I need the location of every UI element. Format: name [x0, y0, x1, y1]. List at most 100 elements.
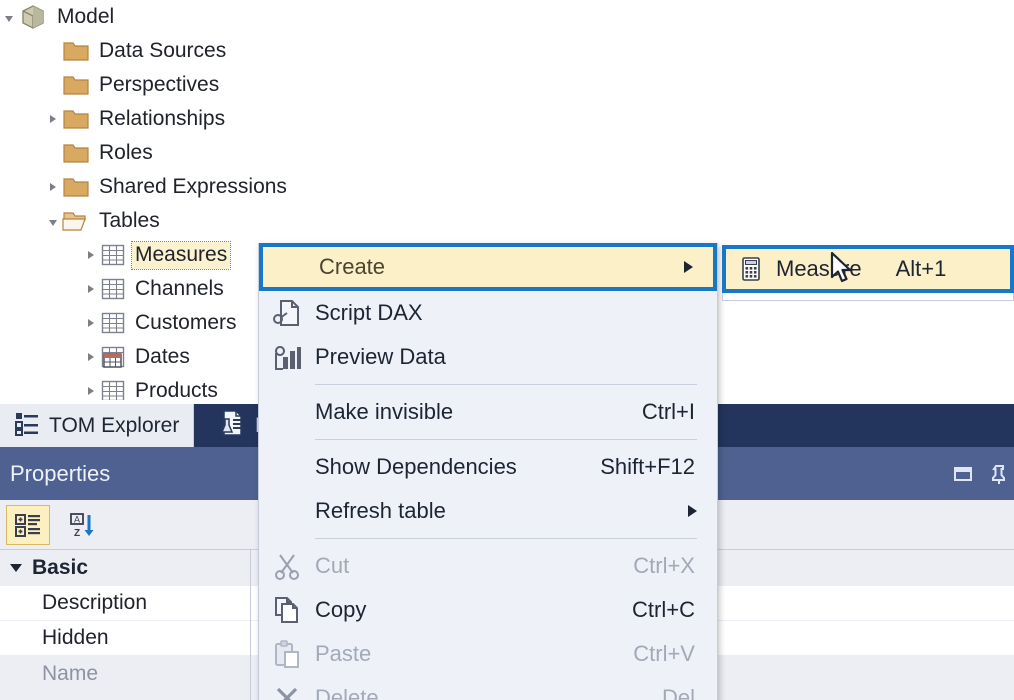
categorized-view-button[interactable] [6, 504, 50, 545]
menu-item-label: Script DAX [315, 300, 423, 325]
tab-tom-explorer[interactable]: TOM Explorer [0, 404, 195, 447]
menu-item-label: Cut [315, 553, 350, 578]
twisty-placeholder [44, 144, 62, 162]
chevron-down-icon[interactable] [44, 212, 62, 230]
properties-window-buttons[interactable] [952, 463, 1010, 490]
copy-icon [259, 595, 315, 625]
tree-node-label: Customers [135, 311, 237, 334]
mouse-pointer [830, 251, 856, 291]
submenu-item-accel: Alt+1 [895, 256, 947, 281]
chevron-right-icon[interactable] [82, 314, 100, 332]
svg-text:Z: Z [74, 528, 80, 539]
date-table-icon [100, 345, 126, 369]
folder-icon [62, 141, 90, 165]
tree-node-label: Channels [135, 277, 224, 300]
maximize-restore-icon[interactable] [952, 463, 974, 490]
property-name: Description [42, 591, 148, 614]
menu-item-script-dax[interactable]: Script DAX [259, 291, 717, 335]
tree-node-label: Tables [99, 209, 160, 232]
tree-node-label: Data Sources [99, 39, 227, 62]
table-icon [100, 311, 126, 335]
table-icon [100, 277, 126, 301]
folder-icon [62, 175, 90, 199]
chevron-right-icon[interactable] [82, 280, 100, 298]
tree-node-data-sources[interactable]: Data Sources [0, 34, 420, 68]
best-practice-analyzer-icon [218, 409, 246, 443]
tree-node-label: Perspectives [99, 73, 220, 96]
app-root: Model Data Sources Perspectives Relationshi… [0, 0, 1014, 700]
menu-item-label: Make invisible [315, 399, 454, 424]
tree-node-label: Shared Expressions [99, 175, 287, 198]
menu-item-refresh-table[interactable]: Refresh table [259, 489, 717, 533]
tree-node-relationships[interactable]: Relationships [0, 102, 420, 136]
menu-item-paste: Paste Ctrl+V [259, 632, 717, 676]
folder-icon [62, 73, 90, 97]
tree-node-roles[interactable]: Roles [0, 136, 420, 170]
menu-separator [315, 538, 697, 539]
menu-item-copy[interactable]: Copy Ctrl+C [259, 588, 717, 632]
menu-item-shortcut: Ctrl+V [633, 641, 695, 666]
cut-icon [259, 551, 315, 581]
folder-open-icon [62, 209, 90, 233]
tree-node-perspectives[interactable]: Perspectives [0, 68, 420, 102]
chevron-right-icon[interactable] [44, 110, 62, 128]
menu-item-shortcut: Ctrl+X [633, 553, 695, 578]
tree-node-label: Roles [99, 141, 153, 164]
tab-label: TOM Explorer [49, 413, 180, 437]
measure-calculator-icon [726, 256, 776, 282]
preview-data-icon [259, 341, 315, 373]
menu-item-shortcut: Ctrl+C [632, 597, 695, 622]
menu-item-label: Paste [315, 641, 372, 666]
chevron-down-icon[interactable] [10, 564, 22, 572]
table-context-menu[interactable]: Create Script DAX Preview Data Make invisib… [258, 243, 718, 700]
tom-explorer-icon [14, 410, 40, 442]
folder-icon [62, 39, 90, 63]
menu-item-delete: Delete Del [259, 676, 717, 700]
menu-item-shortcut: Ctrl+I [641, 399, 695, 424]
chevron-down-icon[interactable] [0, 8, 18, 26]
tree-node-label: Measures [130, 240, 232, 270]
menu-item-label: Delete [315, 685, 379, 700]
menu-item-label: Show Dependencies [315, 454, 517, 479]
menu-item-cut: Cut Ctrl+X [259, 544, 717, 588]
menu-item-label: Refresh table [315, 498, 446, 523]
alphabetical-sort-button[interactable]: A Z [60, 505, 104, 545]
properties-panel-title: Properties [10, 460, 111, 486]
menu-item-make-invisible[interactable]: Make invisible Ctrl+I [259, 390, 717, 434]
menu-item-shortcut: Del [661, 685, 695, 700]
twisty-placeholder [44, 42, 62, 60]
chevron-right-icon[interactable] [44, 178, 62, 196]
menu-item-show-dependencies[interactable]: Show Dependencies Shift+F12 [259, 445, 717, 489]
tree-node-label: Model [57, 5, 115, 28]
menu-item-preview-data[interactable]: Preview Data [259, 335, 717, 379]
twisty-placeholder [44, 76, 62, 94]
model-cube-icon [18, 2, 48, 32]
paste-icon [259, 639, 315, 669]
submenu-arrow-icon [684, 261, 693, 273]
chevron-right-icon[interactable] [82, 246, 100, 264]
folder-icon [62, 107, 90, 131]
menu-item-label: Copy [315, 597, 367, 622]
tree-node-tables[interactable]: Tables [0, 204, 420, 238]
svg-text:A: A [74, 514, 80, 524]
create-submenu-item-measure[interactable]: Measure Alt+1 [722, 245, 1014, 293]
tree-node-model[interactable]: Model [0, 0, 420, 34]
menu-item-label: Preview Data [315, 344, 446, 369]
properties-group-label: Basic [32, 556, 89, 579]
menu-item-shortcut: Shift+F12 [600, 454, 695, 479]
property-name: Hidden [42, 626, 109, 649]
submenu-arrow-icon [688, 505, 697, 517]
tree-node-label: Dates [135, 345, 190, 368]
menu-item-label: Create [319, 254, 386, 279]
table-icon [100, 243, 126, 267]
menu-separator [315, 384, 697, 385]
chevron-right-icon[interactable] [82, 382, 100, 400]
chevron-right-icon[interactable] [82, 348, 100, 366]
delete-icon [259, 683, 315, 700]
script-dax-icon [259, 297, 315, 329]
tree-node-shared-expressions[interactable]: Shared Expressions [0, 170, 420, 204]
properties-grid-splitter[interactable] [250, 550, 251, 700]
property-name: Name [42, 661, 99, 685]
menu-item-create[interactable]: Create [259, 243, 717, 291]
pin-icon[interactable] [988, 463, 1010, 490]
